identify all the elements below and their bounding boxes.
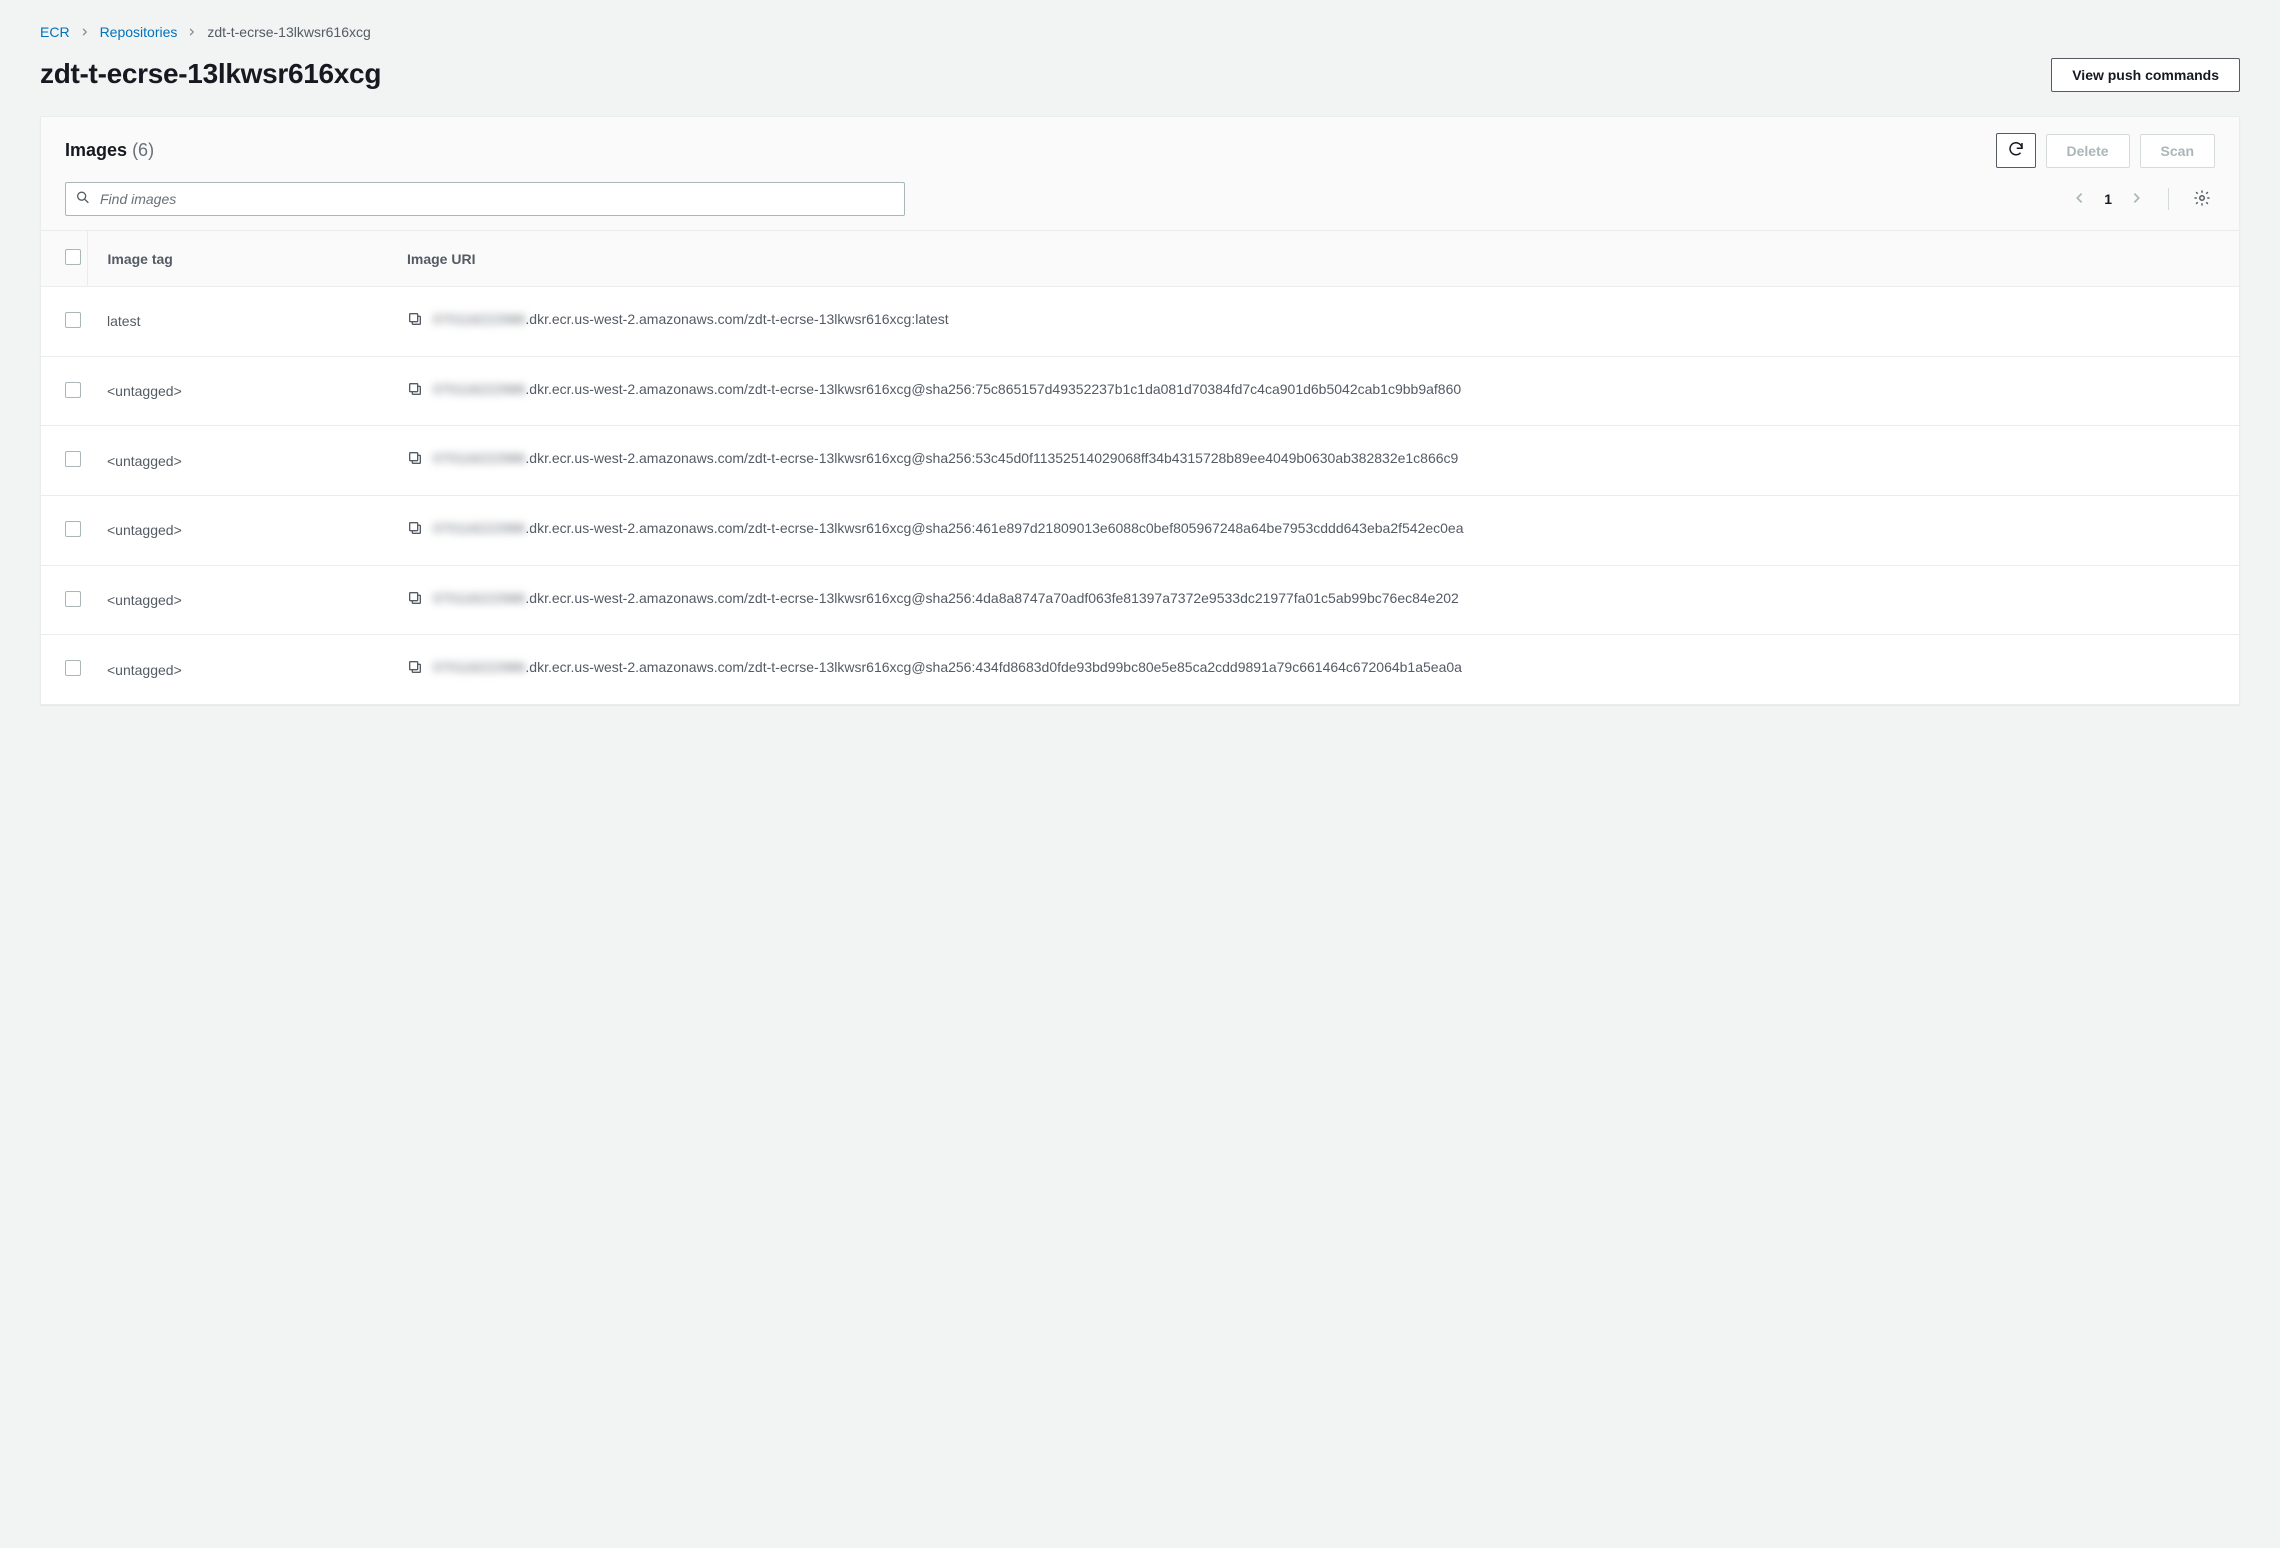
images-table: Image tag Image URI latest 070116222986.d… bbox=[41, 231, 2239, 704]
copy-icon bbox=[407, 593, 423, 609]
table-row: <untagged> 070116222986.dkr.ecr.us-west-2… bbox=[41, 496, 2239, 566]
view-push-commands-button[interactable]: View push commands bbox=[2051, 58, 2240, 92]
copy-uri-button[interactable] bbox=[407, 590, 423, 613]
copy-icon bbox=[407, 662, 423, 678]
col-image-tag[interactable]: Image tag bbox=[87, 231, 387, 287]
page-number: 1 bbox=[2104, 191, 2112, 207]
next-page-button[interactable] bbox=[2126, 187, 2148, 212]
table-row: latest 070116222986.dkr.ecr.us-west-2.ama… bbox=[41, 287, 2239, 357]
gear-icon bbox=[2193, 194, 2211, 210]
redacted-account-id: 070116222986 bbox=[433, 590, 525, 606]
images-panel: Images (6) Delete Scan bbox=[40, 116, 2240, 705]
copy-icon bbox=[407, 384, 423, 400]
row-checkbox[interactable] bbox=[65, 312, 81, 328]
divider bbox=[2168, 188, 2169, 210]
redacted-account-id: 070116222986 bbox=[433, 520, 525, 536]
row-checkbox[interactable] bbox=[65, 382, 81, 398]
image-uri-cell: 070116222986.dkr.ecr.us-west-2.amazonaws… bbox=[387, 565, 2239, 635]
image-tag[interactable]: <untagged> bbox=[87, 565, 387, 635]
image-tag[interactable]: <untagged> bbox=[87, 356, 387, 426]
refresh-icon bbox=[2007, 140, 2025, 161]
row-checkbox[interactable] bbox=[65, 660, 81, 676]
row-checkbox[interactable] bbox=[65, 451, 81, 467]
panel-title: Images (6) bbox=[65, 140, 154, 161]
table-row: <untagged> 070116222986.dkr.ecr.us-west-2… bbox=[41, 426, 2239, 496]
panel-title-count: (6) bbox=[132, 140, 154, 160]
chevron-right-icon bbox=[187, 27, 197, 37]
table-row: <untagged> 070116222986.dkr.ecr.us-west-2… bbox=[41, 356, 2239, 426]
col-image-uri[interactable]: Image URI bbox=[387, 231, 2239, 287]
image-tag[interactable]: <untagged> bbox=[87, 635, 387, 704]
chevron-left-icon bbox=[2072, 192, 2086, 208]
image-uri: 070116222986.dkr.ecr.us-west-2.amazonaws… bbox=[433, 657, 1462, 679]
breadcrumb-ecr[interactable]: ECR bbox=[40, 24, 70, 40]
image-uri: 070116222986.dkr.ecr.us-west-2.amazonaws… bbox=[433, 448, 1458, 470]
search-input[interactable] bbox=[65, 182, 905, 216]
select-all-checkbox[interactable] bbox=[65, 249, 81, 265]
table-row: <untagged> 070116222986.dkr.ecr.us-west-2… bbox=[41, 635, 2239, 704]
breadcrumb-repositories[interactable]: Repositories bbox=[100, 24, 178, 40]
image-uri: 070116222986.dkr.ecr.us-west-2.amazonaws… bbox=[433, 309, 949, 331]
redacted-account-id: 070116222986 bbox=[433, 450, 525, 466]
chevron-right-icon bbox=[80, 27, 90, 37]
copy-uri-button[interactable] bbox=[407, 381, 423, 404]
prev-page-button[interactable] bbox=[2068, 187, 2090, 212]
image-tag[interactable]: latest bbox=[87, 287, 387, 357]
page-title: zdt-t-ecrse-13lkwsr616xcg bbox=[40, 58, 381, 90]
redacted-account-id: 070116222986 bbox=[433, 381, 525, 397]
copy-uri-button[interactable] bbox=[407, 520, 423, 543]
image-uri-cell: 070116222986.dkr.ecr.us-west-2.amazonaws… bbox=[387, 287, 2239, 357]
image-uri-cell: 070116222986.dkr.ecr.us-west-2.amazonaws… bbox=[387, 426, 2239, 496]
breadcrumb: ECR Repositories zdt-t-ecrse-13lkwsr616x… bbox=[40, 24, 2240, 40]
settings-button[interactable] bbox=[2189, 185, 2215, 214]
copy-icon bbox=[407, 523, 423, 539]
chevron-right-icon bbox=[2130, 192, 2144, 208]
redacted-account-id: 070116222986 bbox=[433, 311, 525, 327]
image-uri-cell: 070116222986.dkr.ecr.us-west-2.amazonaws… bbox=[387, 496, 2239, 566]
redacted-account-id: 070116222986 bbox=[433, 659, 525, 675]
panel-title-text: Images bbox=[65, 140, 127, 160]
pager: 1 bbox=[2068, 185, 2215, 214]
image-tag[interactable]: <untagged> bbox=[87, 496, 387, 566]
copy-uri-button[interactable] bbox=[407, 659, 423, 682]
image-uri: 070116222986.dkr.ecr.us-west-2.amazonaws… bbox=[433, 518, 1464, 540]
image-tag[interactable]: <untagged> bbox=[87, 426, 387, 496]
delete-button[interactable]: Delete bbox=[2046, 134, 2130, 168]
image-uri: 070116222986.dkr.ecr.us-west-2.amazonaws… bbox=[433, 588, 1459, 610]
image-uri: 070116222986.dkr.ecr.us-west-2.amazonaws… bbox=[433, 379, 1461, 401]
image-uri-cell: 070116222986.dkr.ecr.us-west-2.amazonaws… bbox=[387, 356, 2239, 426]
row-checkbox[interactable] bbox=[65, 591, 81, 607]
refresh-button[interactable] bbox=[1996, 133, 2036, 168]
copy-icon bbox=[407, 453, 423, 469]
image-uri-cell: 070116222986.dkr.ecr.us-west-2.amazonaws… bbox=[387, 635, 2239, 704]
table-row: <untagged> 070116222986.dkr.ecr.us-west-2… bbox=[41, 565, 2239, 635]
row-checkbox[interactable] bbox=[65, 521, 81, 537]
copy-uri-button[interactable] bbox=[407, 450, 423, 473]
copy-uri-button[interactable] bbox=[407, 311, 423, 334]
copy-icon bbox=[407, 314, 423, 330]
scan-button[interactable]: Scan bbox=[2140, 134, 2215, 168]
search-icon bbox=[75, 190, 91, 209]
breadcrumb-current: zdt-t-ecrse-13lkwsr616xcg bbox=[207, 24, 370, 40]
